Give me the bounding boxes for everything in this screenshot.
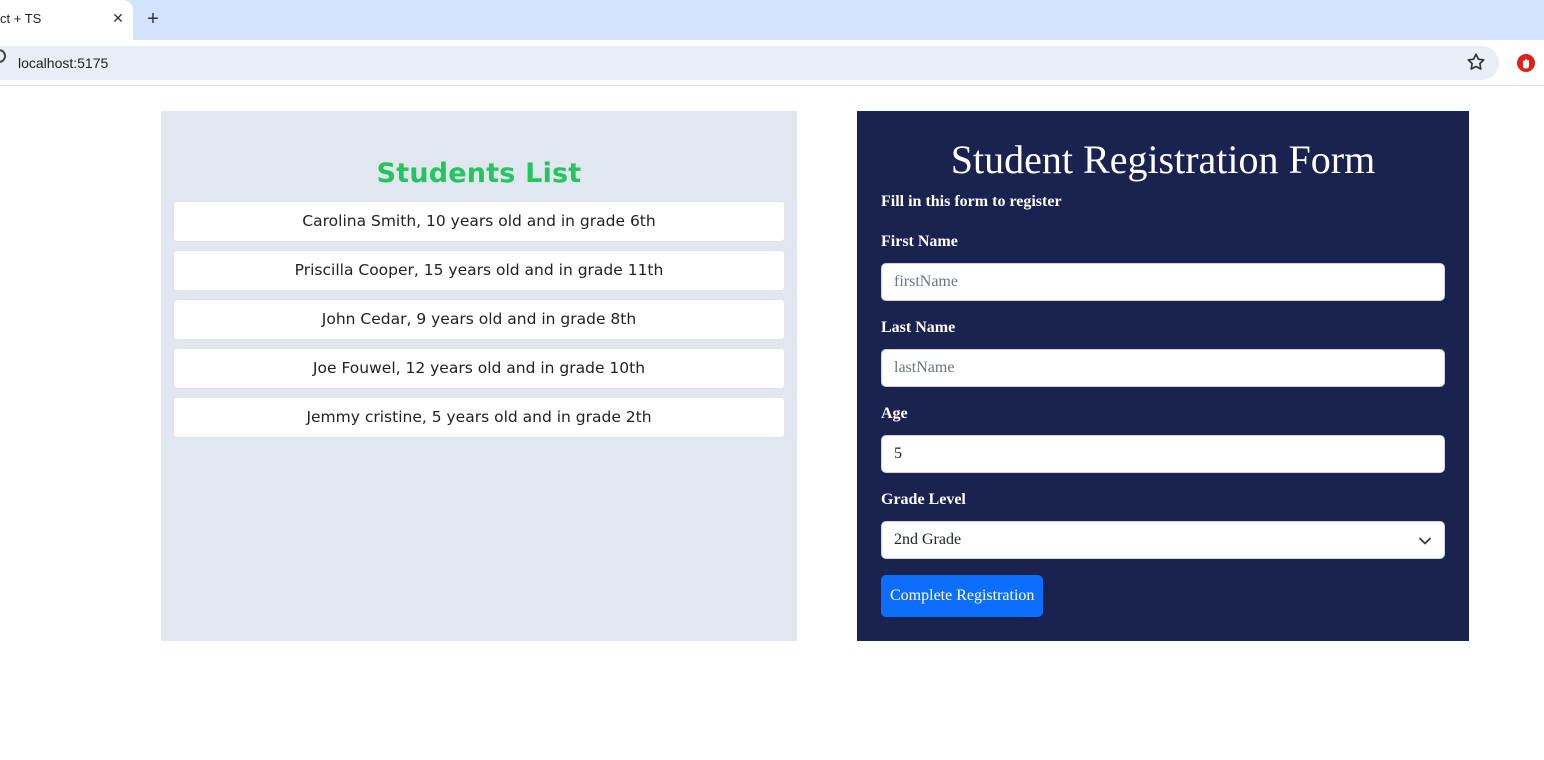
complete-registration-button[interactable]: Complete Registration (881, 575, 1044, 617)
grade-level-value: 2nd Grade (894, 531, 962, 548)
list-item: Carolina Smith, 10 years old and in grad… (173, 201, 785, 242)
list-item: Joe Fouwel, 12 years old and in grade 10… (173, 348, 785, 389)
star-icon[interactable] (1465, 51, 1487, 73)
tab-title: ct + TS (0, 11, 42, 26)
browser-tab[interactable]: ct + TS ✕ (0, 0, 133, 40)
list-item: Jemmy cristine, 5 years old and in grade… (173, 397, 785, 438)
first-name-label: First Name (881, 233, 958, 250)
form-title: Student Registration Form (950, 137, 1376, 182)
age-label: Age (881, 405, 908, 422)
first-name-input[interactable] (881, 263, 1445, 301)
extension-icon[interactable] (1516, 53, 1536, 73)
chevron-down-icon (1419, 537, 1431, 545)
registration-form: Student Registration Form Fill in this f… (857, 111, 1469, 641)
students-title: Students List (376, 158, 582, 189)
age-input[interactable] (881, 435, 1445, 473)
grade-level-label: Grade Level (881, 491, 966, 508)
students-panel: Students List Carolina Smith, 10 years o… (161, 111, 797, 641)
address-bar[interactable] (0, 46, 1499, 80)
last-name-input[interactable] (881, 349, 1445, 387)
url-text: localhost:5175 (18, 55, 109, 71)
browser-tab-strip: ct + TS ✕ + (0, 0, 1544, 40)
form-subtitle: Fill in this form to register (881, 193, 1062, 210)
list-item: Priscilla Cooper, 15 years old and in gr… (173, 250, 785, 291)
grade-level-select[interactable]: 2nd Grade (881, 521, 1445, 559)
browser-toolbar: localhost:5175 (0, 40, 1544, 86)
student-list: Carolina Smith, 10 years old and in grad… (173, 201, 785, 446)
last-name-label: Last Name (881, 319, 956, 336)
close-icon[interactable]: ✕ (110, 10, 126, 28)
plus-icon[interactable]: + (143, 8, 163, 30)
list-item: John Cedar, 9 years old and in grade 8th (173, 299, 785, 340)
